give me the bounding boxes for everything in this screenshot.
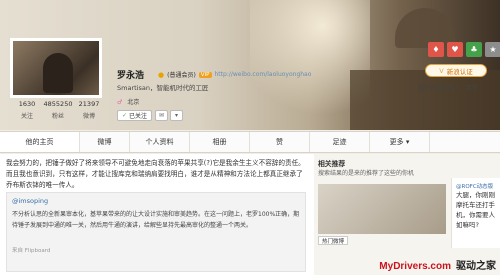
tab-likes[interactable]: 赞 xyxy=(250,132,310,152)
gender-icon: ♂ xyxy=(117,99,123,106)
watermark-cn: 驱动之家 xyxy=(456,261,496,272)
sidebar-desc: 搜索结果的是来的推荐了这些的你机 xyxy=(318,170,415,177)
stat-following[interactable]: 1630 关注 xyxy=(12,100,42,120)
follow-button[interactable]: ✓ 已关注 xyxy=(117,110,153,121)
tab-more[interactable]: 更多 ▾ xyxy=(370,132,430,152)
message-button[interactable]: ✉ xyxy=(155,110,168,121)
profile-stats: 1630 关注 4855250 粉丝 21397 微博 xyxy=(12,100,104,120)
avatar-figure xyxy=(43,53,73,93)
auth-info: 锤子科技创始人、老罗 xyxy=(418,85,479,92)
v-icon: V xyxy=(439,66,444,75)
location-text: 北京 xyxy=(127,99,140,106)
leaf-icon[interactable]: ♣ xyxy=(466,42,482,57)
tab-weibo[interactable]: 微博 xyxy=(80,132,130,152)
new-auth-label: 新浪认证 xyxy=(446,67,473,76)
vip-badge-icon: VIP xyxy=(198,71,212,78)
stat-following-label: 关注 xyxy=(20,113,33,120)
repost-box: @imsoping 不分析认思的全新果审本化，基苹果带来的的让大设计实施和审美趋… xyxy=(6,192,306,272)
repost-user[interactable]: @imsoping xyxy=(12,197,48,205)
feed-panel: 我会努力的，把锤子做好了将来领导不可避免地走向衰落的苹果共享(?)它是我余生主义… xyxy=(0,154,314,275)
stat-following-num: 1630 xyxy=(18,100,36,108)
tab-profile[interactable]: 个人资料 xyxy=(130,132,190,152)
tab-home[interactable]: 他的主页 xyxy=(0,132,80,152)
profile-bio: Smartisan，智能机时代的工匠 xyxy=(117,84,209,92)
profile-name-extras: ● (普通会员) VIP http://weibo.com/laoluoyong… xyxy=(158,70,312,80)
more-button[interactable]: ▾ xyxy=(170,110,183,121)
sidebar-thumbnail[interactable] xyxy=(318,184,446,234)
verified-icon: ● xyxy=(158,70,165,79)
stat-followers-label: 粉丝 xyxy=(51,113,64,120)
new-auth-badge[interactable]: V 新浪认证 xyxy=(425,64,487,77)
verified-label: (普通会员) xyxy=(167,72,196,79)
star-icon[interactable]: ★ xyxy=(485,42,500,57)
avatar[interactable] xyxy=(10,38,102,98)
watermark-site: MyDrivers.com xyxy=(379,261,451,272)
repost-text: 不分析认思的全新果审本化，基苹果带来的的让大设计实施和审美趋势。在这一问题上，老… xyxy=(12,211,300,229)
tab-bar: 他的主页 微博 个人资料 相册 赞 足迹 更多 ▾ xyxy=(0,131,500,153)
stat-followers[interactable]: 4855250 粉丝 xyxy=(43,100,73,120)
card-user[interactable]: @ROFC动态版 xyxy=(456,182,493,190)
heart-icon[interactable]: ♥ xyxy=(447,42,463,57)
tab-album[interactable]: 相册 xyxy=(190,132,250,152)
mic-icon[interactable]: ♦ xyxy=(428,42,444,57)
tab-footprints[interactable]: 足迹 xyxy=(310,132,370,152)
stat-posts-num: 21397 xyxy=(78,100,100,108)
stat-followers-num: 4855250 xyxy=(43,100,73,108)
profile-url[interactable]: http://weibo.com/laoluoyonghao xyxy=(215,71,312,78)
stat-posts-label: 微博 xyxy=(82,113,95,120)
card-text: 大腿，你刚刚摩托车还打手机，你需要人如嘛吗? xyxy=(456,191,495,229)
sidebar-card: @ROFC动态版 大腿，你刚刚摩托车还打手机，你需要人如嘛吗? xyxy=(451,178,500,248)
watermark: MyDrivers.com 驱动之家 xyxy=(379,257,496,272)
hot-weibo-button-1[interactable]: 热门微博 xyxy=(318,236,349,245)
repost-meta: 来自 Flipboard xyxy=(12,248,51,254)
post-text: 我会努力的，把锤子做好了将来领导不可避免地走向衰落的苹果共享(?)它是我余生主义… xyxy=(6,159,305,189)
check-icon: ✓ xyxy=(122,112,128,119)
banner-desk xyxy=(350,70,500,130)
follow-label: 已关注 xyxy=(129,113,148,120)
top-right-icons: ♦ ♥ ♣ ★ xyxy=(428,42,500,57)
stat-posts[interactable]: 21397 微博 xyxy=(74,100,104,120)
profile-location: ♂ 北京 xyxy=(117,97,139,106)
sidebar-title: 相关推荐 xyxy=(318,160,346,168)
profile-name: 罗永浩 xyxy=(117,71,145,81)
